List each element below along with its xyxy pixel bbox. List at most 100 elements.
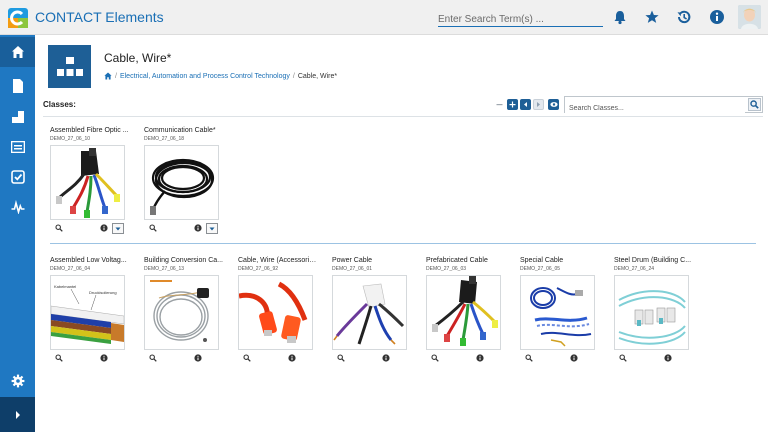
class-card-name[interactable]: Steel Drum (Building C... xyxy=(614,256,694,265)
contact-logo-icon[interactable] xyxy=(8,8,28,28)
info-icon xyxy=(194,354,202,362)
class-search-button[interactable] xyxy=(748,98,761,111)
class-card[interactable]: Steel Drum (Building C... DEMO_27_06_24 xyxy=(614,256,694,365)
magnify-button[interactable] xyxy=(618,353,628,363)
sidebar-expand-button[interactable] xyxy=(0,397,35,432)
info-button[interactable] xyxy=(193,223,203,233)
sidebar-item-analytics[interactable] xyxy=(0,192,35,222)
class-card[interactable]: Communication Cable* DEMO_27_06_18 xyxy=(144,126,224,235)
class-card-name[interactable]: Assembled Low Voltag... xyxy=(50,256,130,265)
magnify-button[interactable] xyxy=(54,353,64,363)
global-search[interactable] xyxy=(438,9,603,28)
info-button[interactable] xyxy=(287,353,297,363)
classes-label: Classes: xyxy=(43,100,76,109)
wire-label-sheath: Kabelmantel xyxy=(54,284,76,289)
history-icon[interactable] xyxy=(676,9,692,25)
magnify-button[interactable] xyxy=(430,353,440,363)
class-card-name[interactable]: Special Cable xyxy=(520,256,600,265)
info-button[interactable] xyxy=(663,353,673,363)
class-card-image[interactable] xyxy=(520,275,595,350)
info-button[interactable] xyxy=(99,353,109,363)
class-card-code: DEMO_27_06_03 xyxy=(426,266,467,272)
magnify-button[interactable] xyxy=(54,223,64,233)
sidebar-item-parts[interactable] xyxy=(0,102,35,132)
user-avatar[interactable] xyxy=(738,5,761,29)
class-card[interactable]: Power Cable DEMO_27_06_01 xyxy=(332,256,412,365)
magnify-button[interactable] xyxy=(336,353,346,363)
class-card[interactable]: Assembled Fibre Optic ... DEMO_27_06_10 xyxy=(50,126,130,235)
class-card-image[interactable] xyxy=(426,275,501,350)
class-search-input[interactable] xyxy=(565,101,745,116)
magnify-button[interactable] xyxy=(242,353,252,363)
info-button[interactable] xyxy=(475,353,485,363)
app-title[interactable]: CONTACT Elements xyxy=(35,9,164,25)
previous-button[interactable] xyxy=(520,99,531,110)
breadcrumb-item-electrical[interactable]: Electrical, Automation and Process Contr… xyxy=(120,73,290,80)
class-card-actions xyxy=(614,353,689,365)
magnify-button[interactable] xyxy=(148,353,158,363)
home-icon xyxy=(11,46,24,58)
class-card-image[interactable] xyxy=(332,275,407,350)
class-card[interactable]: Special Cable DEMO_27_06_05 xyxy=(520,256,600,365)
class-card-name[interactable]: Communication Cable* xyxy=(144,126,224,135)
class-card-name[interactable]: Cable, Wire (Accessories) xyxy=(238,256,318,265)
grey-cable-coil-image xyxy=(150,280,209,342)
chevron-right-icon xyxy=(537,102,540,107)
class-card-actions xyxy=(144,353,219,365)
search-icon xyxy=(149,354,157,362)
class-card-image[interactable] xyxy=(144,275,219,350)
class-card[interactable]: Cable, Wire (Accessories) DEMO_27_06_92 xyxy=(238,256,318,365)
star-icon[interactable] xyxy=(644,9,660,25)
sidebar-item-projects[interactable] xyxy=(0,132,35,162)
class-card-name[interactable]: Assembled Fibre Optic ... xyxy=(50,126,130,135)
sidebar-item-documents[interactable] xyxy=(0,71,35,101)
stripped-power-cable-image xyxy=(333,283,405,345)
class-card-name[interactable]: Prefabricated Cable xyxy=(426,256,506,265)
info-icon xyxy=(288,354,296,362)
class-card-code: DEMO_27_06_13 xyxy=(144,266,185,272)
collapse-button[interactable] xyxy=(494,99,505,110)
search-icon xyxy=(525,354,533,362)
info-icon[interactable] xyxy=(709,9,725,25)
class-card-name[interactable]: Building Conversion Ca... xyxy=(144,256,224,265)
info-button[interactable] xyxy=(99,223,109,233)
window-icon xyxy=(10,141,25,153)
class-card-actions xyxy=(332,353,407,365)
class-card-image[interactable] xyxy=(238,275,313,350)
class-card[interactable]: Prefabricated Cable DEMO_27_06_03 xyxy=(426,256,506,365)
document-icon xyxy=(12,79,23,93)
class-card-image[interactable]: Kabelmantel Druckisolierung xyxy=(50,275,125,350)
class-card-image[interactable] xyxy=(50,145,125,220)
breadcrumb-separator: / xyxy=(115,72,117,80)
class-card-name[interactable]: Power Cable xyxy=(332,256,412,265)
class-card-image[interactable] xyxy=(144,145,219,220)
class-card-actions xyxy=(238,353,313,365)
view-toggle-button[interactable] xyxy=(548,99,559,110)
bell-icon[interactable] xyxy=(612,9,628,25)
dropdown-button[interactable] xyxy=(206,223,218,234)
next-button[interactable] xyxy=(533,99,544,110)
info-button[interactable] xyxy=(381,353,391,363)
page-title: Cable, Wire* xyxy=(104,51,172,65)
info-button[interactable] xyxy=(193,353,203,363)
expand-button[interactable] xyxy=(507,99,518,110)
info-icon xyxy=(100,354,108,362)
magnify-button[interactable] xyxy=(524,353,534,363)
global-search-input[interactable] xyxy=(438,11,603,28)
sidebar-item-tasks[interactable] xyxy=(0,162,35,192)
class-card[interactable]: Assembled Low Voltag... DEMO_27_06_04 Ka… xyxy=(50,256,130,365)
breadcrumb-item-current: Cable, Wire* xyxy=(297,72,338,80)
class-card-actions xyxy=(50,353,125,365)
class-card-image[interactable] xyxy=(614,275,689,350)
home-icon[interactable] xyxy=(104,72,112,80)
sidebar-item-settings[interactable] xyxy=(0,366,35,396)
class-card[interactable]: Building Conversion Ca... DEMO_27_06_13 xyxy=(144,256,224,365)
parts-icon xyxy=(11,111,24,123)
sidebar-item-home[interactable] xyxy=(0,37,35,67)
dropdown-button[interactable] xyxy=(112,223,124,234)
chevron-down-icon xyxy=(209,227,215,230)
info-button[interactable] xyxy=(569,353,579,363)
class-search[interactable] xyxy=(564,96,763,116)
magnify-button[interactable] xyxy=(148,223,158,233)
pulse-icon xyxy=(11,200,24,214)
